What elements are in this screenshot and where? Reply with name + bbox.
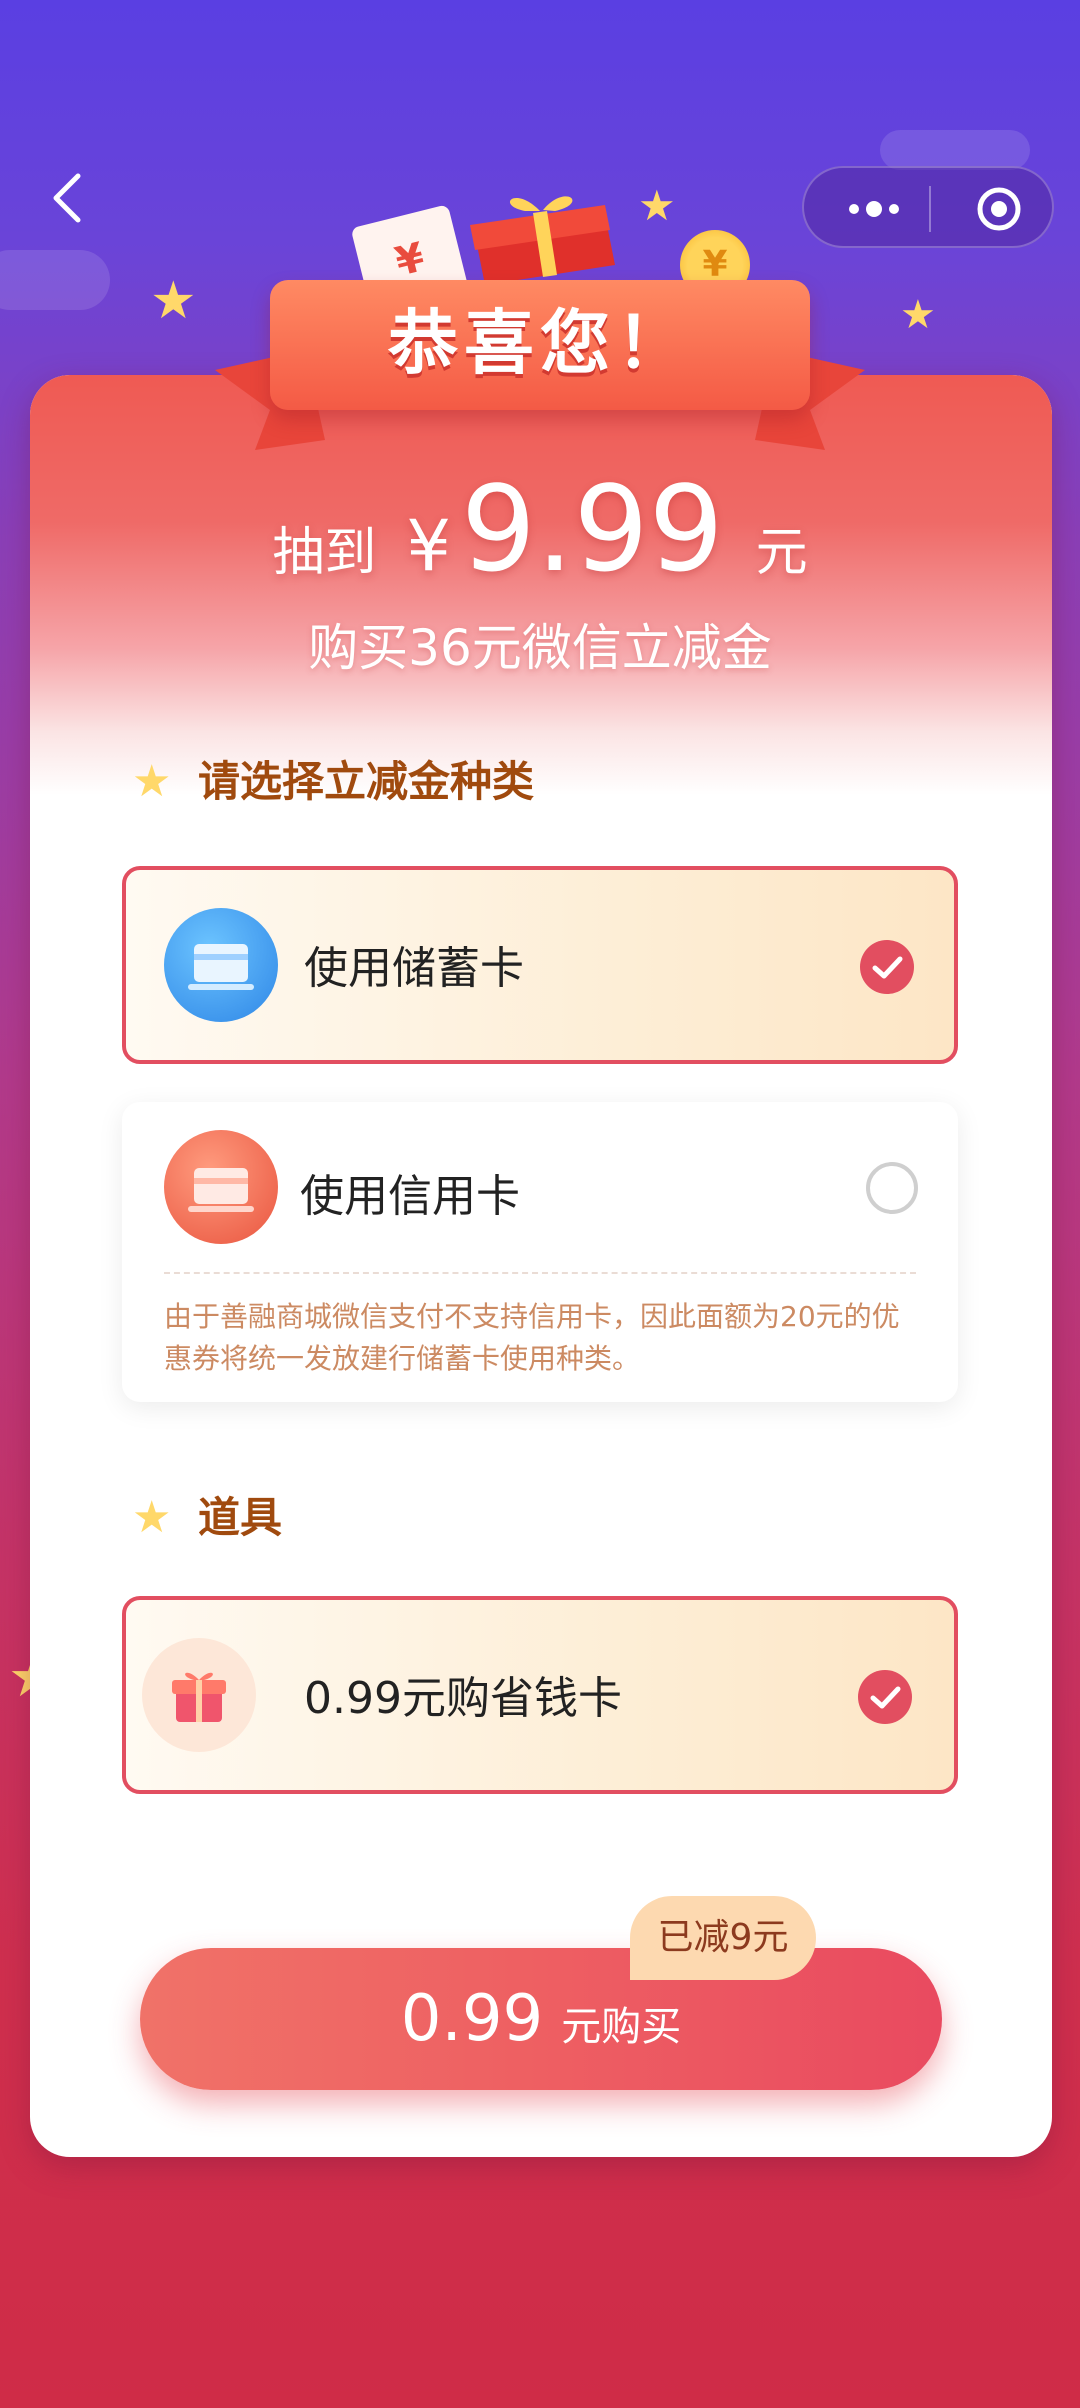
- divider: [164, 1272, 916, 1274]
- more-dots-icon: [849, 201, 899, 217]
- capsule-divider: [929, 186, 931, 232]
- option-credit-card[interactable]: 使用信用卡 由于善融商城微信支付不支持信用卡，因此面额为20元的优惠券将统一发放…: [122, 1102, 958, 1402]
- prize-amount: 9.99: [460, 460, 724, 598]
- star-icon: ★: [132, 756, 172, 807]
- checkmark-selected-icon: [860, 940, 914, 994]
- option-debit-card[interactable]: 使用储蓄卡: [122, 866, 958, 1064]
- target-circle-icon: [977, 187, 1021, 231]
- option-label: 0.99元购省钱卡: [304, 1673, 622, 1724]
- star-decoration: ★: [900, 292, 936, 338]
- prize-prefix: 抽到: [272, 523, 377, 583]
- cloud-decoration: [0, 250, 110, 310]
- radio-unselected-icon: [866, 1162, 918, 1214]
- chevron-left-icon: [53, 173, 81, 223]
- miniapp-capsule: [802, 166, 1054, 248]
- back-button[interactable]: [40, 168, 100, 228]
- star-decoration: ★: [638, 181, 676, 230]
- credit-card-icon: [164, 1130, 278, 1244]
- cloud-decoration: [880, 130, 1030, 170]
- gift-icon: [142, 1638, 256, 1752]
- checkmark-selected-icon: [858, 1670, 912, 1724]
- option-savings-card[interactable]: 0.99元购省钱卡: [122, 1596, 958, 1794]
- close-miniapp-button[interactable]: [954, 186, 1034, 232]
- buy-label: 元购买: [561, 2004, 682, 2050]
- section-title: 请选择立减金种类: [198, 757, 535, 806]
- star-decoration: ★: [150, 271, 197, 331]
- section-title: 道具: [198, 1493, 283, 1542]
- debit-card-icon: [164, 908, 278, 1022]
- buy-amount: 0.99: [400, 1982, 544, 2056]
- prize-unit: 元: [755, 523, 808, 583]
- discount-badge: 已减9元: [630, 1896, 816, 1980]
- currency-symbol: ¥: [406, 505, 451, 587]
- credit-card-note: 由于善融商城微信支付不支持信用卡，因此面额为20元的优惠券将统一发放建行储蓄卡使…: [164, 1300, 900, 1375]
- star-icon: ★: [132, 1492, 172, 1543]
- option-label: 使用信用卡: [300, 1171, 520, 1222]
- prize-amount-line: 抽到 ¥9.99 元: [0, 460, 1080, 598]
- option-label: 使用储蓄卡: [304, 943, 524, 994]
- congrats-title: 恭喜您！: [388, 302, 692, 384]
- buy-button[interactable]: 0.99 元购买: [140, 1948, 942, 2090]
- more-button[interactable]: [832, 186, 912, 232]
- gift-box-icon: [470, 196, 615, 285]
- prize-subtitle: 购买36元微信立减金: [308, 619, 772, 677]
